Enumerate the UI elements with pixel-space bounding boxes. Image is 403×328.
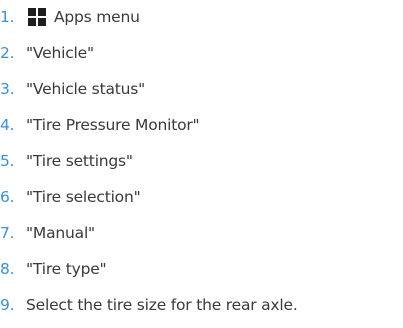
step-6: 6. "Tire selection" — [0, 182, 141, 212]
step-4: 4. "Tire Pressure Monitor" — [0, 110, 200, 140]
step-3: 3. "Vehicle status" — [0, 74, 145, 104]
step-number: 8. — [0, 260, 15, 278]
step-label: Apps menu — [54, 8, 140, 26]
step-text: Apps menu — [26, 8, 140, 26]
step-text: "Manual" — [26, 224, 95, 242]
step-text: "Vehicle status" — [26, 80, 146, 98]
step-text: Select the tire size for the rear axle. — [26, 296, 298, 314]
apps-grid-icon — [28, 8, 46, 26]
step-number: 6. — [0, 188, 15, 206]
step-2: 2. "Vehicle" — [0, 38, 94, 68]
step-number: 1. — [0, 8, 15, 26]
step-text: "Tire settings" — [26, 152, 133, 170]
step-8: 8. "Tire type" — [0, 254, 107, 284]
step-text: "Tire type" — [26, 260, 107, 278]
step-7: 7. "Manual" — [0, 218, 95, 248]
step-5: 5. "Tire settings" — [0, 146, 133, 176]
step-number: 4. — [0, 116, 15, 134]
step-text: "Vehicle" — [26, 44, 94, 62]
step-number: 2. — [0, 44, 15, 62]
step-number: 5. — [0, 152, 15, 170]
step-1: 1. Apps menu — [0, 2, 140, 32]
step-number: 9. — [0, 296, 15, 314]
step-text: "Tire Pressure Monitor" — [26, 116, 200, 134]
step-9: 9. Select the tire size for the rear axl… — [0, 290, 298, 320]
step-number: 3. — [0, 80, 15, 98]
step-text: "Tire selection" — [26, 188, 141, 206]
step-number: 7. — [0, 224, 15, 242]
